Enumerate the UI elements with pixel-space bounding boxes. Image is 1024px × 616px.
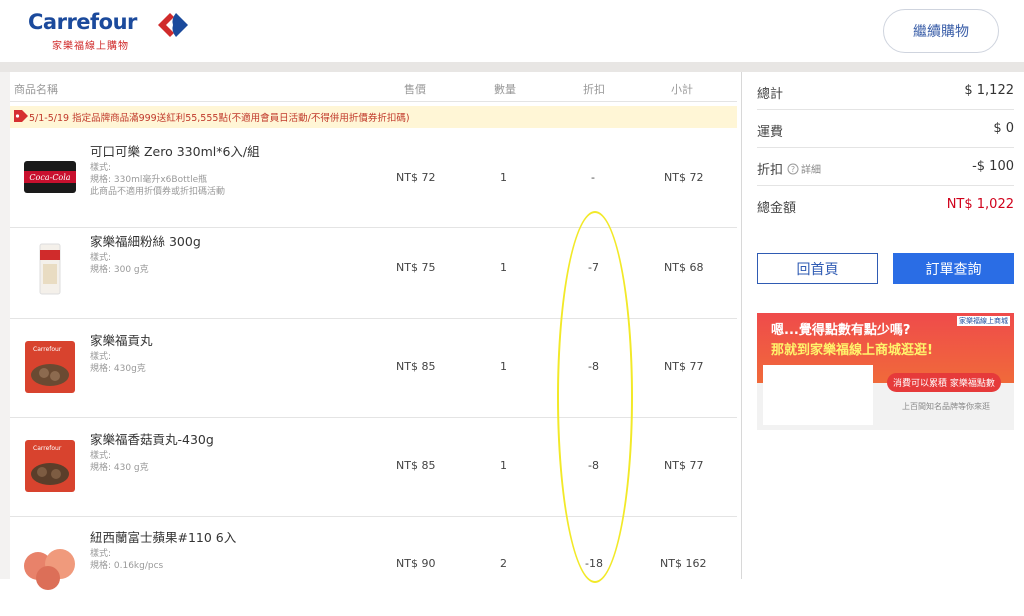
price: NT$ 72 (396, 171, 436, 184)
quantity: 1 (500, 171, 507, 184)
product-spec: 規格: 0.16kg/pcs (90, 561, 164, 571)
promo-ad-banner[interactable]: 家樂福線上商城 嗯...覺得點數有點少嗎? 那就到家樂福線上商城逛逛! 消費可以… (757, 313, 1014, 430)
vermicelli-pack-image (39, 243, 61, 295)
quantity: 1 (500, 261, 507, 274)
product-name[interactable]: 紐西蘭富士蘋果#110 6入 (90, 527, 236, 546)
logo-subtitle: 家樂福線上購物 (52, 41, 129, 52)
quantity: 2 (500, 557, 507, 570)
summary-discount-row: 折扣 ? 詳細 -$ 100 (757, 148, 1014, 186)
product-spec: 規格: 330ml毫升x6Bottle瓶 (90, 175, 208, 185)
discount: - (591, 171, 595, 184)
subtotal: NT$ 77 (664, 459, 704, 472)
product-style: 樣式: (90, 253, 112, 263)
carrefour-mark-icon (158, 13, 188, 37)
column-divider (741, 72, 742, 579)
left-gutter (0, 72, 10, 579)
table-row: 家樂福細粉絲 300g 樣式: 規格: 300 g克 NT$ 75 1 -7 N… (10, 221, 737, 319)
carrefour-logo[interactable]: Carrefour 家樂福線上購物 (28, 10, 198, 54)
shipping-value: $ 0 (993, 121, 1014, 136)
price: NT$ 85 (396, 360, 436, 373)
apples-image (24, 549, 75, 590)
logo-wordmark: Carrefour (28, 10, 137, 34)
banner-brand: 家樂福線上商城 (957, 316, 1010, 326)
svg-text:?: ? (791, 165, 795, 174)
total-label: 總計 (757, 87, 784, 102)
discount: -8 (588, 459, 599, 472)
header-product-name: 商品名稱 (14, 83, 58, 96)
discount-value: -$ 100 (972, 159, 1014, 174)
header-rule (10, 101, 737, 102)
subtotal: NT$ 68 (664, 261, 704, 274)
price: NT$ 75 (396, 261, 436, 274)
summary-grand-row: 總金額 NT$ 1,022 (757, 186, 1014, 224)
banner-headline-2: 那就到家樂福線上商城逛逛! (771, 343, 933, 358)
table-row: Carrefour 家樂福貢丸 樣式: 規格: 430g克 NT$ 85 1 -… (10, 320, 737, 418)
shipping-label: 運費 (757, 125, 784, 140)
continue-shopping-button[interactable]: 繼續購物 (883, 9, 999, 53)
help-icon: ? (787, 163, 799, 174)
product-spec: 規格: 300 g克 (90, 265, 149, 275)
product-spec: 規格: 430g克 (90, 364, 146, 374)
home-button[interactable]: 回首頁 (757, 253, 878, 284)
promo-text: 5/1-5/19 指定品牌商品滿999送紅利55,555點(不適用會員日活動/不… (29, 113, 410, 124)
quantity: 1 (500, 360, 507, 373)
table-row: 紐西蘭富士蘋果#110 6入 樣式: 規格: 0.16kg/pcs NT$ 90… (10, 518, 737, 616)
banner-pill: 消費可以累積 家樂福點數 (887, 373, 1001, 392)
mushroom-meatball-bag-image: Carrefour (25, 440, 75, 492)
banner-headline-1: 嗯...覺得點數有點少嗎? (771, 323, 911, 338)
product-style: 樣式: (90, 451, 112, 461)
banner-footer: 上百間知名品牌等你來逛 (902, 402, 990, 411)
product-spec: 規格: 430 g克 (90, 463, 149, 473)
site-header: Carrefour 家樂福線上購物 繼續購物 (0, 0, 1024, 62)
subtotal: NT$ 72 (664, 171, 704, 184)
svg-text:Carrefour: Carrefour (33, 445, 62, 452)
discount-label: 折扣 (757, 163, 784, 178)
product-name[interactable]: 家樂福細粉絲 300g (90, 231, 201, 250)
header-price: 售價 (404, 83, 426, 96)
table-row: Carrefour 家樂福香菇貢丸-430g 樣式: 規格: 430 g克 NT… (10, 419, 737, 517)
banner-brand-logos (763, 365, 873, 425)
order-query-button[interactable]: 訂單查詢 (893, 253, 1014, 284)
product-style: 樣式: (90, 549, 112, 559)
grand-total-value: NT$ 1,022 (946, 197, 1014, 212)
header-discount: 折扣 (583, 83, 605, 96)
header-quantity: 數量 (494, 83, 516, 96)
meatball-bag-image: Carrefour (25, 341, 75, 393)
subtotal: NT$ 77 (664, 360, 704, 373)
discount: -18 (585, 557, 603, 570)
discount-detail-link[interactable]: ? 詳細 (787, 161, 821, 176)
product-name[interactable]: 可口可樂 Zero 330ml*6入/組 (90, 141, 260, 160)
svg-text:Carrefour: Carrefour (33, 346, 62, 353)
table-row: Coca-Cola 可口可樂 Zero 330ml*6入/組 樣式: 規格: 3… (10, 130, 737, 228)
product-style: 樣式: (90, 163, 112, 173)
cart-table: 商品名稱 售價 數量 折扣 小計 5/1-5/19 指定品牌商品滿999送紅利5… (10, 72, 742, 590)
product-note: 此商品不適用折價券或折扣碼活動 (90, 187, 226, 197)
discount-detail-label: 詳細 (801, 165, 821, 176)
total-value: $ 1,122 (964, 83, 1014, 98)
product-name[interactable]: 家樂福貢丸 (90, 330, 153, 349)
price: NT$ 85 (396, 459, 436, 472)
coke-can-pack-image: Coca-Cola (24, 161, 76, 193)
discount: -7 (588, 261, 599, 274)
summary-total-row: 總計 $ 1,122 (757, 72, 1014, 110)
header-subtotal: 小計 (671, 83, 693, 96)
summary-shipping-row: 運費 $ 0 (757, 110, 1014, 148)
grand-total-label: 總金額 (757, 201, 797, 216)
promo-banner[interactable]: 5/1-5/19 指定品牌商品滿999送紅利55,555點(不適用會員日活動/不… (10, 106, 737, 128)
subtotal: NT$ 162 (660, 557, 707, 570)
quantity: 1 (500, 459, 507, 472)
price: NT$ 90 (396, 557, 436, 570)
product-name[interactable]: 家樂福香菇貢丸-430g (90, 429, 214, 448)
header-divider (0, 62, 1024, 72)
svg-text:Coca-Cola: Coca-Cola (29, 173, 70, 182)
tag-icon (14, 110, 28, 122)
discount: -8 (588, 360, 599, 373)
product-style: 樣式: (90, 352, 112, 362)
